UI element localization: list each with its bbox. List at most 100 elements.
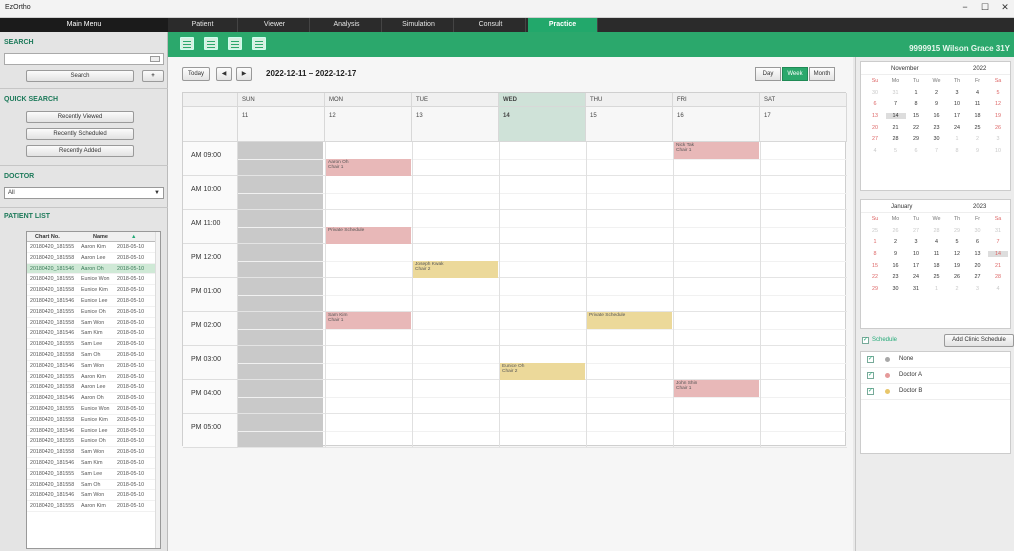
- mini-calendar-day[interactable]: 28: [927, 228, 947, 234]
- mini-calendar-day[interactable]: 2: [968, 136, 988, 142]
- mini-calendar-day[interactable]: 28: [886, 136, 906, 142]
- mini-calendar-day[interactable]: 26: [947, 274, 967, 280]
- patient-row[interactable]: 20180420_181555 Sam Lee 2018-05-10: [27, 339, 160, 350]
- mini-calendar-day[interactable]: 13: [968, 251, 988, 257]
- patient-row[interactable]: 20180420_181558 Aaron Lee 2018-05-10: [27, 253, 160, 264]
- mini-calendar-day[interactable]: 8: [906, 101, 926, 107]
- mini-calendar-day[interactable]: 12: [988, 101, 1008, 107]
- recently-scheduled-button[interactable]: Recently Scheduled: [26, 128, 134, 140]
- mini-calendar-day[interactable]: 6: [968, 239, 988, 245]
- day-date-wed[interactable]: 14: [499, 107, 586, 142]
- mini-calendar-day[interactable]: 5: [988, 90, 1008, 96]
- mini-calendar-day[interactable]: 15: [865, 263, 885, 269]
- mini-calendar-day[interactable]: 9: [886, 251, 906, 257]
- mini-calendar-day[interactable]: 30: [927, 136, 947, 142]
- mini-calendar-day[interactable]: 17: [906, 263, 926, 269]
- mini-calendar-day[interactable]: 21: [886, 125, 906, 131]
- appointment-block[interactable]: Nick Tak Chair 1: [674, 142, 759, 159]
- mini-calendar-day[interactable]: 4: [927, 239, 947, 245]
- mini-calendar-month[interactable]: November: [891, 66, 919, 72]
- mini-calendar-day[interactable]: 17: [947, 113, 967, 119]
- tab-patient[interactable]: Patient: [168, 18, 238, 32]
- mini-calendar-day[interactable]: 31: [886, 90, 906, 96]
- add-patient-button[interactable]: +: [142, 70, 164, 82]
- mini-calendar-day[interactable]: 31: [988, 228, 1008, 234]
- mini-calendar-day[interactable]: 29: [865, 286, 885, 292]
- mini-calendar-day[interactable]: 2: [947, 286, 967, 292]
- patient-row[interactable]: 20180420_181558 Aaron Lee 2018-05-10: [27, 382, 160, 394]
- patient-row[interactable]: 20180420_181558 Sam Won 2018-05-10: [27, 318, 160, 329]
- patient-row[interactable]: 20180420_181555 Eunice Won 2018-05-10: [27, 404, 160, 415]
- mini-calendar-day[interactable]: 14: [988, 251, 1008, 258]
- mini-calendar-day[interactable]: 13: [865, 113, 885, 119]
- mini-calendar-day[interactable]: 24: [906, 274, 926, 280]
- patient-row[interactable]: 20180420_181558 Sam Oh 2018-05-10: [27, 350, 160, 361]
- mini-calendar-day[interactable]: 24: [947, 125, 967, 131]
- schedule-filter-checkbox[interactable]: ✓: [867, 372, 874, 379]
- schedule-delete-icon[interactable]: [228, 37, 242, 50]
- mini-calendar-day[interactable]: 2: [886, 239, 906, 245]
- mini-calendar-day[interactable]: 1: [927, 286, 947, 292]
- mini-calendar-day[interactable]: 23: [886, 274, 906, 280]
- column-name[interactable]: Name: [93, 234, 108, 240]
- patient-row[interactable]: 20180420_181558 Sam Oh 2018-05-10: [27, 480, 160, 491]
- mini-calendar-day[interactable]: 26: [886, 228, 906, 234]
- mini-calendar-day[interactable]: 30: [886, 286, 906, 292]
- appointment-block[interactable]: Joseph Kwak Chair 2: [413, 261, 498, 278]
- mini-calendar-day[interactable]: 16: [886, 263, 906, 269]
- mini-calendar-day[interactable]: 9: [927, 101, 947, 107]
- schedule-add-icon[interactable]: [180, 37, 194, 50]
- mini-calendar-day[interactable]: 1: [865, 239, 885, 245]
- patient-row[interactable]: 20180420_181555 Eunice Won 2018-05-10: [27, 274, 160, 286]
- week-view-button[interactable]: Week: [782, 67, 808, 81]
- patient-row[interactable]: 20180420_181555 Aaron Kim 2018-05-10: [27, 242, 160, 253]
- mini-calendar-day[interactable]: 4: [968, 90, 988, 96]
- mini-calendar-day[interactable]: 8: [947, 148, 967, 154]
- schedule-filter-checkbox[interactable]: ✓: [867, 356, 874, 363]
- search-input[interactable]: [4, 53, 164, 65]
- mini-calendar-day[interactable]: 5: [947, 239, 967, 245]
- mini-calendar-day[interactable]: 27: [906, 228, 926, 234]
- mini-calendar-day[interactable]: 25: [968, 125, 988, 131]
- mini-calendar-day[interactable]: 4: [988, 286, 1008, 292]
- mini-calendar-day[interactable]: 7: [886, 101, 906, 107]
- next-week-button[interactable]: ▶: [236, 67, 252, 81]
- mini-calendar-year[interactable]: 2022: [973, 66, 986, 72]
- mini-calendar-day[interactable]: 20: [865, 125, 885, 131]
- mini-calendar-day[interactable]: 27: [865, 136, 885, 142]
- tab-viewer[interactable]: Viewer: [240, 18, 310, 32]
- mini-calendar-day[interactable]: 9: [968, 148, 988, 154]
- appointment-block[interactable]: Private Schedule: [326, 227, 411, 244]
- mini-calendar-day[interactable]: 18: [927, 263, 947, 269]
- tab-simulation[interactable]: Simulation: [384, 18, 454, 32]
- mini-calendar-month[interactable]: January: [891, 204, 912, 210]
- patient-row[interactable]: 20180420_181555 Aaron Kim 2018-05-10: [27, 501, 160, 512]
- mini-calendar-day[interactable]: 28: [988, 274, 1008, 280]
- tab-analysis[interactable]: Analysis: [312, 18, 382, 32]
- mini-calendar-day[interactable]: 19: [947, 263, 967, 269]
- today-button[interactable]: Today: [182, 67, 210, 81]
- schedule-filter-item[interactable]: ✓ Doctor B: [861, 384, 1010, 400]
- mini-calendar-day[interactable]: 3: [968, 286, 988, 292]
- mini-calendar-day[interactable]: 29: [947, 228, 967, 234]
- patient-row[interactable]: 20180420_181555 Eunice Oh 2018-05-10: [27, 436, 160, 448]
- patient-row[interactable]: 20180420_181558 Eunice Kim 2018-05-10: [27, 285, 160, 296]
- mini-calendar-day[interactable]: 10: [906, 251, 926, 257]
- mini-calendar-day[interactable]: 6: [865, 101, 885, 107]
- day-date-sat[interactable]: 17: [760, 107, 847, 142]
- mini-calendar-day[interactable]: 31: [906, 286, 926, 292]
- patient-row[interactable]: 20180420_181555 Sam Lee 2018-05-10: [27, 469, 160, 480]
- appointment-block[interactable]: Private Schedule: [587, 312, 672, 329]
- prev-week-button[interactable]: ◀: [216, 67, 232, 81]
- mini-calendar-day[interactable]: 12: [947, 251, 967, 257]
- day-date-sun[interactable]: 11: [238, 107, 325, 142]
- mini-calendar-day[interactable]: 3: [947, 90, 967, 96]
- print-icon[interactable]: [252, 37, 266, 50]
- sort-asc-icon[interactable]: ▲: [131, 234, 136, 240]
- patient-row[interactable]: 20180420_181555 Aaron Kim 2018-05-10: [27, 372, 160, 383]
- mini-calendar-day[interactable]: 23: [927, 125, 947, 131]
- schedule-filter-item[interactable]: ✓ None: [861, 352, 1010, 368]
- mini-calendar-day[interactable]: 10: [988, 148, 1008, 154]
- mini-calendar-day[interactable]: 14: [885, 113, 906, 120]
- mini-calendar-day[interactable]: 30: [865, 90, 885, 96]
